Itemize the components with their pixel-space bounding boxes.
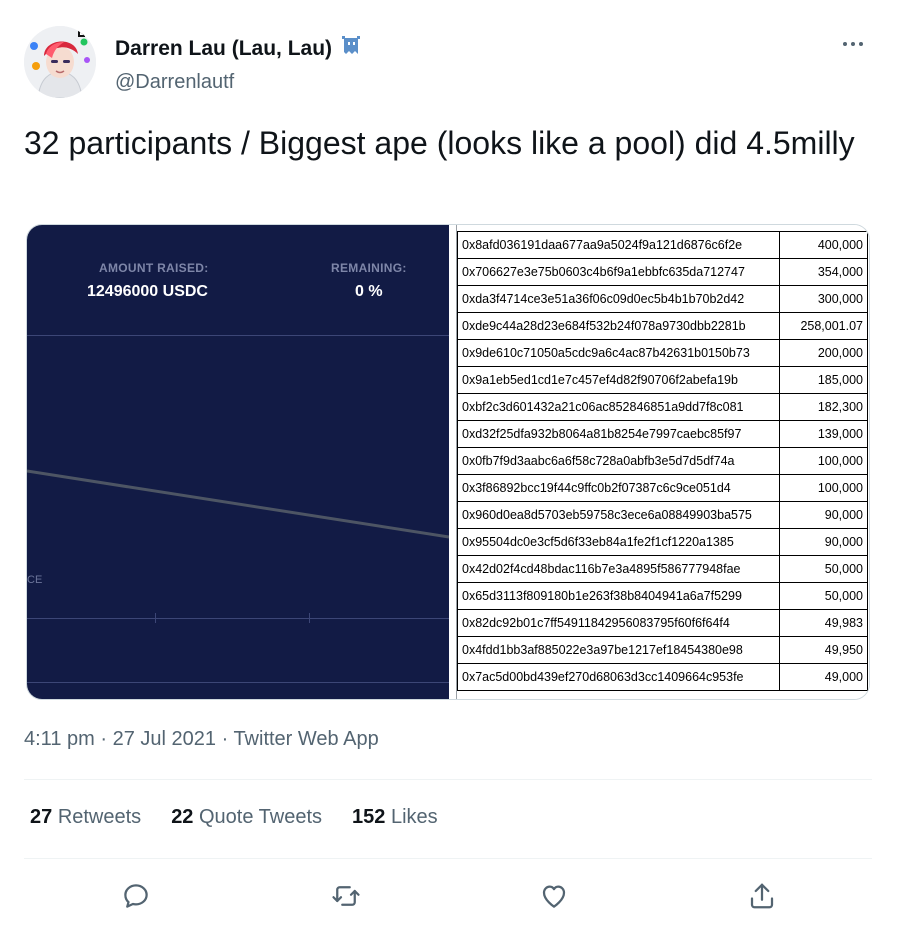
wallet-address-cell: 0x3f86892bcc19f44c9ffc0b2f07387c6c9ce051… bbox=[457, 474, 780, 502]
amount-cell: 182,300 bbox=[779, 393, 868, 421]
wallet-address-cell: 0x65d3113f809180b1e263f38b8404941a6a7f52… bbox=[457, 582, 780, 610]
table-row: 0x95504dc0e3cf5d6f33eb84a1fe2f1cf1220a13… bbox=[457, 528, 868, 556]
table-row: 0x9de610c71050a5cdc9a6c4ac87b42631b0150b… bbox=[457, 339, 868, 367]
divider bbox=[24, 858, 872, 859]
table-row: 0x4fdd1bb3af885022e3a97be1217ef18454380e… bbox=[457, 636, 868, 664]
table-row: 0xde9c44a28d23e684f532b24f078a9730dbb228… bbox=[457, 312, 868, 340]
table-row: 0x3f86892bcc19f44c9ffc0b2f07387c6c9ce051… bbox=[457, 474, 868, 502]
wallet-address-cell: 0xde9c44a28d23e684f532b24f078a9730dbb228… bbox=[457, 312, 780, 340]
pixel-ghost-icon bbox=[340, 34, 362, 63]
tweet-actions bbox=[0, 876, 900, 916]
wallet-address-cell: 0x960d0ea8d5703eb59758c3ece6a08849903ba5… bbox=[457, 501, 780, 529]
divider bbox=[24, 779, 872, 780]
edge-text: CE bbox=[27, 574, 43, 586]
amount-cell: 258,001.07 bbox=[779, 312, 868, 340]
likes-label: Likes bbox=[390, 806, 438, 828]
wallet-address-cell: 0xd32f25dfa932b8064a81b8254e7997caebc85f… bbox=[457, 420, 780, 448]
amount-cell: 50,000 bbox=[779, 582, 868, 610]
quote-tweets-stat[interactable]: 22 Quote Tweets bbox=[171, 806, 322, 829]
divider bbox=[27, 682, 449, 683]
tweet-header: Darren Lau (Lau, Lau) @Darrenlautf bbox=[24, 24, 876, 100]
table-row: 0x82dc92b01c7ff54911842956083795f60f6f64… bbox=[457, 609, 868, 637]
tweet-date[interactable]: 27 Jul 2021 bbox=[113, 728, 216, 750]
wallet-address-cell: 0x4fdd1bb3af885022e3a97be1217ef18454380e… bbox=[457, 636, 780, 664]
wallet-address-cell: 0x42d02f4cd48bdac116b7e3a4895f586777948f… bbox=[457, 555, 780, 583]
avatar-illustration bbox=[24, 26, 96, 98]
table-row: 0xda3f4714ce3e51a36f06c09d0ec5b4b1b70b2d… bbox=[457, 285, 868, 313]
axis-tick bbox=[155, 613, 156, 623]
dashboard-trend-line bbox=[27, 469, 449, 539]
meta-separator: · bbox=[100, 728, 108, 750]
amount-cell: 90,000 bbox=[779, 528, 868, 556]
tweet-time[interactable]: 4:11 pm bbox=[24, 728, 95, 750]
heart-icon[interactable] bbox=[534, 876, 574, 916]
wallet-address-cell: 0x7ac5d00bd439ef270d68063d3cc1409664c953… bbox=[457, 663, 780, 691]
table-row: 0x65d3113f809180b1e263f38b8404941a6a7f52… bbox=[457, 582, 868, 610]
wallet-address-cell: 0x0fb7f9d3aabc6a6f58c728a0abfb3e5d7d5df7… bbox=[457, 447, 780, 475]
amount-cell: 354,000 bbox=[779, 258, 868, 286]
amount-cell: 90,000 bbox=[779, 501, 868, 529]
table-row: 0x960d0ea8d5703eb59758c3ece6a08849903ba5… bbox=[457, 501, 868, 529]
table-row: 0xbf2c3d601432a21c06ac852846851a9dd7f8c0… bbox=[457, 393, 868, 421]
table-row: 0x9a1eb5ed1cd1e7c457ef4d82f90706f2abefa1… bbox=[457, 366, 868, 394]
table-row: 0x42d02f4cd48bdac116b7e3a4895f586777948f… bbox=[457, 555, 868, 583]
wallet-address-cell: 0x9de610c71050a5cdc9a6c4ac87b42631b0150b… bbox=[457, 339, 780, 367]
retweet-icon[interactable] bbox=[326, 876, 366, 916]
likes-count: 152 bbox=[352, 806, 386, 828]
table-row: 0x706627e3e75b0603c4b6f9a1ebbfc635da7127… bbox=[457, 258, 868, 286]
amount-cell: 49,000 bbox=[779, 663, 868, 691]
tweet-client[interactable]: Twitter Web App bbox=[233, 728, 378, 750]
avatar[interactable] bbox=[24, 26, 96, 98]
amount-cell: 50,000 bbox=[779, 555, 868, 583]
table-row: 0x8afd036191daa677aa9a5024f9a121d6876c6f… bbox=[457, 231, 868, 259]
reply-icon[interactable] bbox=[116, 876, 156, 916]
wallet-address-cell: 0x9a1eb5ed1cd1e7c457ef4d82f90706f2abefa1… bbox=[457, 366, 780, 394]
tweet-meta: 4:11 pm · 27 Jul 2021 · Twitter Web App bbox=[24, 728, 379, 751]
share-icon[interactable] bbox=[742, 876, 782, 916]
wallet-address-cell: 0x82dc92b01c7ff54911842956083795f60f6f64… bbox=[457, 609, 780, 637]
sheet-gap bbox=[449, 225, 457, 699]
participants-table: 0x8afd036191daa677aa9a5024f9a121d6876c6f… bbox=[457, 231, 868, 691]
spreadsheet-screenshot: 0x8afd036191daa677aa9a5024f9a121d6876c6f… bbox=[449, 225, 869, 699]
amount-cell: 139,000 bbox=[779, 420, 868, 448]
quotes-label: Quote Tweets bbox=[199, 806, 323, 828]
wallet-address-cell: 0xda3f4714ce3e51a36f06c09d0ec5b4b1b70b2d… bbox=[457, 285, 780, 313]
axis-tick bbox=[309, 613, 310, 623]
table-row: 0xd32f25dfa932b8064a81b8254e7997caebc85f… bbox=[457, 420, 868, 448]
tweet-stats: 27 Retweets 22 Quote Tweets 152 Likes bbox=[30, 806, 438, 829]
author-name[interactable]: Darren Lau (Lau, Lau) bbox=[115, 37, 332, 61]
wallet-address-cell: 0xbf2c3d601432a21c06ac852846851a9dd7f8c0… bbox=[457, 393, 780, 421]
table-row: 0x0fb7f9d3aabc6a6f58c728a0abfb3e5d7d5df7… bbox=[457, 447, 868, 475]
axis-line bbox=[27, 618, 449, 619]
dashboard-screenshot: AMOUNT RAISED: 12496000 USDC REMAINING: … bbox=[27, 225, 449, 699]
author-handle[interactable]: @Darrenlautf bbox=[115, 71, 362, 94]
tweet-text: 32 participants / Biggest ape (looks lik… bbox=[24, 125, 855, 161]
amount-cell: 49,983 bbox=[779, 609, 868, 637]
retweets-label: Retweets bbox=[57, 806, 142, 828]
retweets-stat[interactable]: 27 Retweets bbox=[30, 806, 141, 829]
table-row: 0x7ac5d00bd439ef270d68063d3cc1409664c953… bbox=[457, 663, 868, 691]
retweets-count: 27 bbox=[30, 806, 53, 828]
amount-cell: 200,000 bbox=[779, 339, 868, 367]
amount-cell: 100,000 bbox=[779, 447, 868, 475]
wallet-address-cell: 0x95504dc0e3cf5d6f33eb84a1fe2f1cf1220a13… bbox=[457, 528, 780, 556]
amount-cell: 400,000 bbox=[779, 231, 868, 259]
likes-stat[interactable]: 152 Likes bbox=[352, 806, 438, 829]
author-info: Darren Lau (Lau, Lau) @Darrenlautf bbox=[115, 34, 362, 94]
tweet-media[interactable]: AMOUNT RAISED: 12496000 USDC REMAINING: … bbox=[26, 224, 870, 700]
amount-cell: 100,000 bbox=[779, 474, 868, 502]
amount-cell: 185,000 bbox=[779, 366, 868, 394]
meta-separator: · bbox=[221, 728, 229, 750]
more-icon[interactable] bbox=[838, 34, 868, 54]
wallet-address-cell: 0x8afd036191daa677aa9a5024f9a121d6876c6f… bbox=[457, 231, 780, 259]
quotes-count: 22 bbox=[171, 806, 194, 828]
amount-cell: 300,000 bbox=[779, 285, 868, 313]
wallet-address-cell: 0x706627e3e75b0603c4b6f9a1ebbfc635da7127… bbox=[457, 258, 780, 286]
amount-cell: 49,950 bbox=[779, 636, 868, 664]
